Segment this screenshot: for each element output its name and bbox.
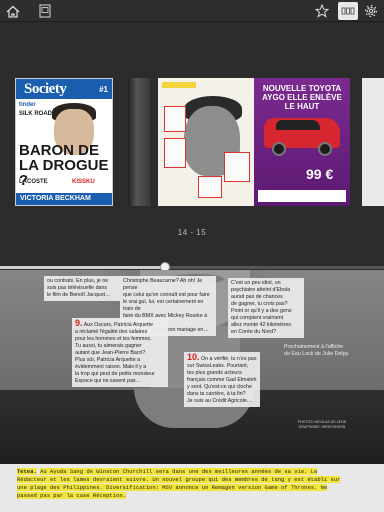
thumbnail-cover[interactable]: Society #1 tinder SILK ROAD BARON DE LA … xyxy=(15,78,113,206)
cover-side-headlines: tinder SILK ROAD xyxy=(19,101,52,119)
cover-logo: Society xyxy=(24,80,67,97)
thumbnails-button[interactable] xyxy=(338,2,358,20)
thumbnail-spread-right[interactable]: NOUVELLE TOYOTA AYGO ELLE ENLÈVE LE HAUT… xyxy=(254,78,350,206)
ad-footer xyxy=(258,190,346,202)
article-caption-right: Prochainement à l'affiche de Eau Lock de… xyxy=(284,344,350,357)
cover-side-2: tinder xyxy=(19,102,36,108)
thumbnails-icon xyxy=(341,7,355,15)
gear-icon xyxy=(364,4,378,18)
spread-note xyxy=(224,152,250,182)
page-slider-fill xyxy=(0,266,165,269)
cover-side-4: KISSKU xyxy=(72,179,95,185)
ad-price: 99 € xyxy=(306,166,334,182)
pages-icon xyxy=(39,4,51,18)
article-page: ou contrats. En plus, je ne suis pas tél… xyxy=(0,270,384,512)
thumbnail-page-dark[interactable] xyxy=(128,78,150,206)
photo-credit: PHOTOS: NICOLAS DE LÉON GRAPHISME: HIRSC… xyxy=(297,420,347,429)
article-text-top-left: ou contrats. En plus, je ne suis pas tél… xyxy=(44,276,120,301)
ad-car-wheel xyxy=(272,142,286,156)
thumbnail-spread-left[interactable] xyxy=(158,78,254,206)
app-screen: Society #1 tinder SILK ROAD BARON DE LA … xyxy=(0,0,384,512)
spread-note xyxy=(164,138,186,168)
thumbnail-page-next[interactable] xyxy=(362,78,384,206)
pages-button[interactable] xyxy=(36,2,54,20)
top-toolbar xyxy=(0,0,384,22)
item-9-number: 9. xyxy=(75,318,83,328)
footer-label: Tetea. xyxy=(17,468,37,475)
spread-header-tag xyxy=(162,82,196,88)
cover-side-1: SILK ROAD xyxy=(19,111,52,117)
page-number-label: 14 - 15 xyxy=(177,228,207,237)
cover-issue: #1 xyxy=(99,84,108,94)
article-item-10: 10. On a vérifié, tu n'es pas sur SwissL… xyxy=(184,352,260,407)
article-footer: Tetea. Au Ayuda Sang de Winston Churchil… xyxy=(0,464,384,512)
star-icon xyxy=(315,4,329,18)
cover-masthead: Society #1 xyxy=(16,79,112,99)
article-item-9: 9. Aux Oscars, Patricia Arquette a récla… xyxy=(72,318,168,387)
item-9-text: Aux Oscars, Patricia Arquette a réclamé … xyxy=(75,322,155,384)
footer-text-block: Tetea. Au Ayuda Sang de Winston Churchil… xyxy=(17,468,347,500)
footer-body: Au Ayuda Sang de Winston Churchill sera … xyxy=(17,468,341,499)
thumbnail-strip: Society #1 tinder SILK ROAD BARON DE LA … xyxy=(0,22,384,272)
home-button[interactable] xyxy=(4,2,22,20)
ad-title: NOUVELLE TOYOTA AYGO ELLE ENLÈVE LE HAUT xyxy=(262,84,342,111)
settings-button[interactable] xyxy=(362,2,380,20)
item-10-text: On a vérifié, tu n'es pas sur SwissLeaks… xyxy=(187,356,257,404)
home-icon xyxy=(6,5,20,18)
spread-note xyxy=(164,106,186,132)
spread-note xyxy=(198,176,222,198)
item-10-number: 10. xyxy=(187,352,200,362)
bookmark-button[interactable] xyxy=(313,2,331,20)
ad-car-wheel xyxy=(318,142,332,156)
ad-car-window xyxy=(276,120,320,130)
cover-side-3: LACOSTE xyxy=(19,179,48,185)
article-text-top-right: C'est un peu idiot, un psychiatre attein… xyxy=(228,278,304,338)
cover-band: VICTORIA BECKHAM xyxy=(16,193,112,205)
